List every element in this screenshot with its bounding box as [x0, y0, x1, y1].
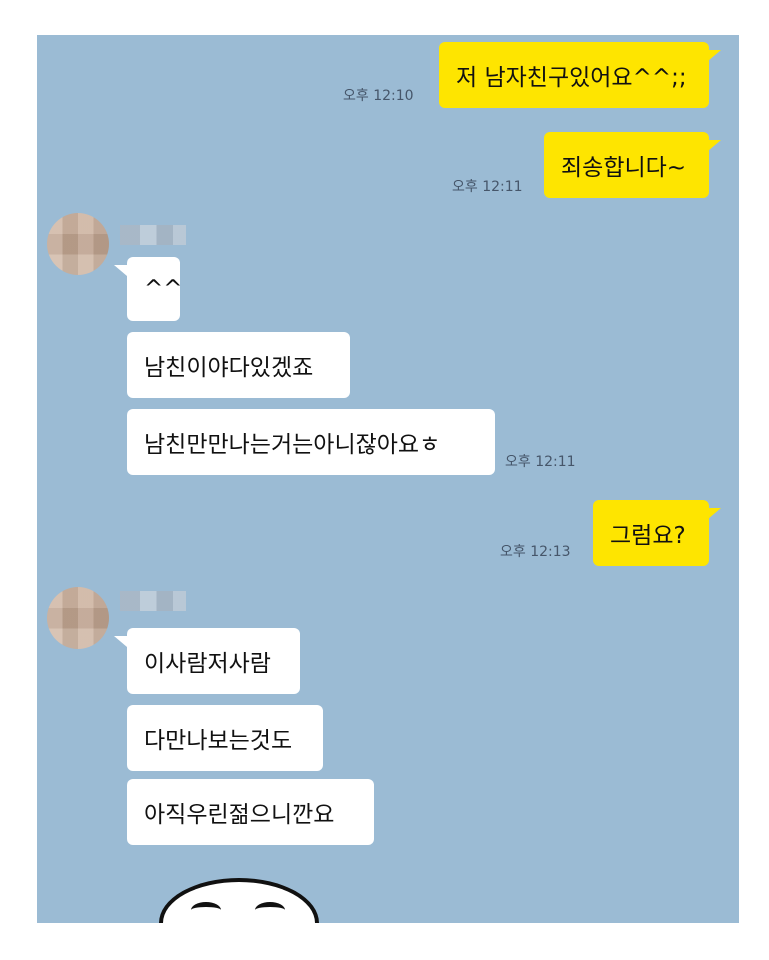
bubble-tail	[114, 636, 127, 647]
message-text: 남친만만나는거는아니잖아요ㅎ	[144, 432, 441, 458]
message-text: 다만나보는것도	[144, 728, 293, 754]
sender-name-blurred	[120, 225, 186, 245]
message-text: 그럼요?	[610, 523, 686, 549]
my-message-bubble[interactable]: 저 남자친구있어요^^;;	[439, 42, 709, 108]
message-text: 아직우린젊으니깐요	[144, 802, 335, 828]
their-message-bubble[interactable]: ^^	[127, 257, 183, 321]
their-message-bubble[interactable]: 남친만만나는거는아니잖아요ㅎ	[127, 409, 495, 475]
message-time: 오후 12:10	[343, 88, 414, 104]
message-text: ^^	[144, 276, 183, 302]
message-time: 오후 12:13	[500, 544, 571, 560]
message-text: 남친이야다있겠죠	[144, 355, 314, 381]
their-message-bubble[interactable]: 이사람저사람	[127, 628, 300, 694]
bubble-tail	[114, 265, 127, 276]
their-message-bubble[interactable]: 남친이야다있겠죠	[127, 332, 350, 398]
message-time: 오후 12:11	[505, 454, 576, 470]
bubble-tail	[708, 508, 721, 519]
bubble-tail	[708, 50, 721, 61]
sticker-eye-left	[191, 902, 221, 918]
profile-avatar[interactable]	[47, 213, 109, 275]
their-message-bubble[interactable]: 아직우린젊으니깐요	[127, 779, 374, 845]
emoticon-sticker-icon[interactable]	[159, 878, 319, 923]
chat-area: 오후 12:10 저 남자친구있어요^^;; 오후 12:11 죄송합니다~ ^…	[37, 35, 739, 923]
message-text: 이사람저사람	[144, 651, 271, 677]
message-text: 죄송합니다~	[561, 155, 687, 181]
message-text: 저 남자친구있어요^^;;	[456, 65, 687, 91]
sticker-eye-right	[255, 902, 285, 918]
sender-name-blurred	[120, 591, 186, 611]
profile-avatar[interactable]	[47, 587, 109, 649]
my-message-bubble[interactable]: 그럼요?	[593, 500, 709, 566]
my-message-bubble[interactable]: 죄송합니다~	[544, 132, 709, 198]
their-message-bubble[interactable]: 다만나보는것도	[127, 705, 323, 771]
bubble-tail	[708, 140, 721, 151]
message-time: 오후 12:11	[452, 179, 523, 195]
